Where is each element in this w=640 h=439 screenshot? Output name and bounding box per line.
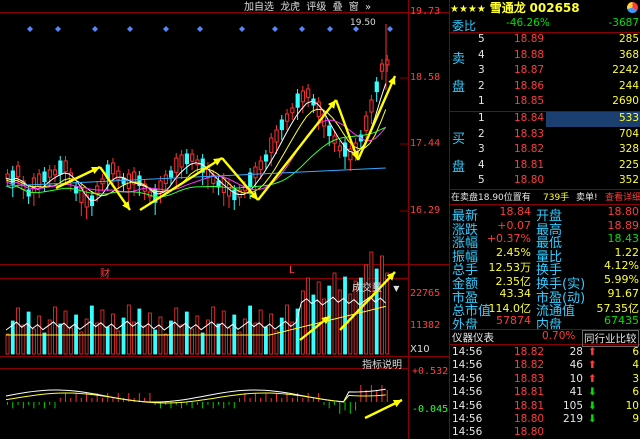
up-arrow-icon: ⬆ bbox=[588, 372, 597, 385]
quote-row: 市盈 43.34 市盈(动) 91.67 bbox=[452, 286, 639, 306]
order-notice[interactable]: 在卖盘18.90位置有 739手 卖单! 查看详细 bbox=[450, 189, 640, 205]
stock-code: 002658 bbox=[529, 1, 580, 15]
lhb-button[interactable]: 龙虎 bbox=[280, 2, 300, 13]
price-tick-4: 16.29 bbox=[410, 205, 441, 216]
rating-button[interactable]: 评级 bbox=[306, 2, 326, 13]
quote-row: 总手 12.53万 换手 4.12% bbox=[452, 259, 639, 279]
volume-tick-2: 11382 bbox=[410, 320, 441, 331]
tick-row: 14:56 18.82 46 ⬆ 4 bbox=[452, 359, 639, 372]
tick-row: 14:56 18.83 10 ⬆ 3 bbox=[452, 372, 639, 385]
ask-row[interactable]: 3 18.87 2242 bbox=[450, 64, 640, 80]
price-tick-1: 19.73 bbox=[410, 6, 441, 17]
overlay-button[interactable]: 叠 bbox=[333, 2, 343, 13]
quote-row: 外盘 57874 内盘 67435 bbox=[452, 313, 639, 333]
ask-row[interactable]: 1 18.85 2690 bbox=[450, 95, 640, 111]
volume-tick-1: 22765 bbox=[410, 288, 441, 299]
bid-row[interactable]: 2 18.83 704 bbox=[450, 128, 640, 144]
volume-unit: X10 bbox=[410, 344, 430, 355]
rating-stars: ★★★★ bbox=[450, 4, 486, 15]
window-button[interactable]: 窗 bbox=[349, 2, 359, 13]
add-watch-button[interactable]: 加自选 bbox=[244, 2, 274, 13]
tick-row: 14:56 18.82 28 ⬆ 6 bbox=[452, 346, 639, 358]
tick-row: 14:56 18.80 219 ⬇ 9 bbox=[452, 413, 639, 425]
price-tick-2: 18.58 bbox=[410, 72, 441, 83]
tick-row: 14:56 18.80 bbox=[452, 426, 545, 439]
stock-name: 雪通龙 bbox=[489, 1, 526, 15]
chevron-down-icon: ▼ bbox=[393, 284, 400, 293]
down-arrow-icon: ⬇ bbox=[588, 413, 597, 425]
down-arrow-icon: ⬇ bbox=[588, 386, 597, 399]
volume-bars bbox=[5, 251, 390, 355]
macd-bars bbox=[7, 385, 388, 414]
l-marker: L bbox=[289, 265, 295, 276]
bid-row[interactable]: 3 18.82 328 bbox=[450, 143, 640, 159]
ask-row[interactable]: 5 18.89 285 bbox=[450, 33, 640, 49]
quote-row: 最新 18.84 开盘 18.80 bbox=[452, 205, 639, 224]
tick-row: 14:56 18.81 105 ⬇ 10 bbox=[452, 399, 639, 412]
toolbar: 加自选 龙虎 评级 叠 窗 » bbox=[244, 0, 371, 13]
pie-chart-icon[interactable] bbox=[627, 2, 638, 13]
stock-header: ★★★★ 雪通龙 002658 bbox=[450, 0, 640, 16]
bid-row[interactable]: 5 18.80 352 bbox=[450, 174, 640, 190]
up-arrow-icon: ⬆ bbox=[588, 346, 597, 358]
quote-row: 涨幅 +0.37% 最低 18.43 bbox=[452, 232, 639, 252]
quote-row: 涨跌 +0.07 最高 18.89 bbox=[452, 218, 639, 238]
tick-row: 14:56 18.81 41 ⬇ 6 bbox=[452, 386, 639, 399]
industry-row: 仪器仪表 0.70% 同行业比较 bbox=[450, 329, 640, 347]
kline-chart-panel[interactable]: 加自选 龙虎 评级 叠 窗 » 19.73 18.58 17.44 16.29 … bbox=[0, 0, 449, 439]
expand-button[interactable]: » bbox=[365, 2, 371, 13]
volume-selector[interactable]: 成交量 ▼ bbox=[352, 279, 399, 294]
industry-compare-button[interactable]: 同行业比较 bbox=[582, 330, 639, 347]
quote-panel: ★★★★ 雪通龙 002658 委比 -46.26% -3687 卖 盘 买 盘… bbox=[449, 0, 640, 439]
weibi-row: 委比 -46.26% -3687 bbox=[450, 17, 640, 33]
earnings-marker: 财 bbox=[100, 269, 110, 280]
price-tick-3: 17.44 bbox=[410, 138, 441, 149]
candlesticks bbox=[5, 24, 390, 219]
quote-row: 振幅 2.45% 量比 1.22 bbox=[452, 245, 639, 265]
event-markers bbox=[27, 26, 393, 32]
up-arrow-icon: ⬆ bbox=[588, 359, 597, 372]
down-arrow-icon: ⬇ bbox=[588, 399, 597, 412]
bid-row[interactable]: 1 18.84 533 bbox=[450, 112, 640, 128]
bid-row[interactable]: 4 18.81 225 bbox=[450, 159, 640, 175]
ask-row[interactable]: 2 18.86 244 bbox=[450, 80, 640, 96]
ask-row[interactable]: 4 18.88 368 bbox=[450, 49, 640, 65]
indicator-info-button[interactable]: 指标说明 bbox=[360, 356, 404, 371]
quote-row: 金额 2.35亿 换手(实) 5.99% bbox=[452, 273, 639, 292]
trend-arrows bbox=[55, 75, 403, 420]
high-price-label: 19.50 bbox=[350, 18, 376, 28]
kline-canvas[interactable] bbox=[0, 0, 449, 439]
quote-row: 总市值 114.0亿 流通值 57.35亿 bbox=[452, 302, 639, 320]
macd-tick-2: -0.045 bbox=[412, 404, 449, 415]
macd-tick-1: +0.532 bbox=[412, 366, 449, 377]
